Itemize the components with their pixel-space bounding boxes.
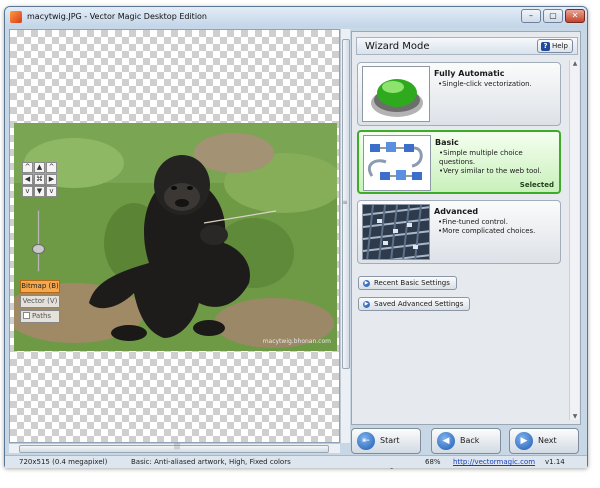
app-window: macytwig.JPG - Vector Magic Desktop Edit… [4,6,588,469]
home-icon: ⇤ [357,432,375,450]
recent-basic-settings-button[interactable]: ▶ Recent Basic Settings [358,276,457,290]
scroll-up-icon[interactable]: ▲ [571,60,579,67]
paths-checkbox[interactable] [23,312,30,319]
title-bar[interactable]: macytwig.JPG - Vector Magic Desktop Edit… [5,7,587,27]
gorilla-photo [14,123,337,351]
paths-label: Paths [32,312,52,320]
vector-view-button[interactable]: Vector (V) [20,295,60,308]
help-label: Help [552,42,568,50]
scroll-down-icon[interactable]: ▼ [571,413,579,420]
zoom-fit-button[interactable]: ⌘ [34,174,45,185]
start-page-button[interactable]: ⇤ Start Page [351,428,421,469]
arrow-right-icon: ▶ [363,301,370,308]
pan-up-right-button[interactable]: ^ [46,162,57,173]
recent-basic-label: Recent Basic Settings [374,279,450,287]
mode-name: Basic [435,138,459,147]
mode-name: Advanced [434,207,479,216]
zoom-slider-handle[interactable] [32,244,45,254]
pan-down-button[interactable]: ▼ [34,186,45,197]
website-link[interactable]: http://vectormagic.com [453,456,535,468]
settings-summary: Basic: Anti-aliased artwork, High, Fixed… [131,458,291,466]
arrow-left-icon: ◀ [437,432,455,450]
pan-down-right-button[interactable]: v [46,186,57,197]
selected-badge: Selected [519,181,554,189]
mode-basic[interactable]: Basic •Simple multiple choice questions.… [357,130,561,194]
canvas-horizontal-scrollbar[interactable]: ||| [9,443,340,453]
zoom-slider-track[interactable] [37,210,40,272]
wizard-title: Wizard Mode [365,41,430,52]
mode-advanced[interactable]: Advanced •Fine-tuned control. •More comp… [357,200,561,264]
pan-down-left-button[interactable]: v [22,186,33,197]
saved-advanced-label: Saved Advanced Settings [374,300,464,308]
vertical-grip-icon: ≡ [342,199,348,206]
arrow-right-icon: ▶ [515,432,533,450]
mode-desc-line: •More complicated choices. [438,227,536,235]
version-label: v1.14 [545,458,565,466]
mode-desc-line: •Simple multiple choice questions. [439,149,523,166]
wizard-header: Wizard Mode ? Help [356,37,578,55]
arrow-right-icon: ▶ [363,280,370,287]
photo-watermark: macytwig.bhonan.com [262,338,331,345]
saved-advanced-settings-button[interactable]: ▶ Saved Advanced Settings [358,297,471,311]
mode-fully-automatic[interactable]: Fully Automatic •Single-click vectorizat… [357,62,561,126]
zoom-level: 68% [425,458,441,466]
pan-up-left-button[interactable]: ^ [22,162,33,173]
green-button-icon [362,66,430,122]
mode-description: •Simple multiple choice questions. •Very… [439,149,559,176]
image-dimensions: 720x515 (0.4 megapixel) [19,458,108,466]
window-title: macytwig.JPG - Vector Magic Desktop Edit… [27,12,208,21]
minimize-button[interactable]: – [521,9,541,23]
app-icon [10,11,22,23]
next-button[interactable]: ▶ Next [509,428,579,454]
status-bar: 720x515 (0.4 megapixel) Basic: Anti-alia… [5,455,587,468]
mode-description: •Fine-tuned control. •More complicated c… [438,218,535,236]
wizard-panel: Wizard Mode ? Help Fully Automatic •Sing… [351,31,581,425]
back-label: Back [460,436,480,445]
maximize-button[interactable]: ▢ [543,9,563,23]
mode-description: •Single-click vectorization. [438,80,532,89]
mode-desc-line: •Very similar to the web tool. [439,167,542,175]
next-label: Next [538,436,557,445]
horizontal-grip-icon: ||| [174,443,181,450]
pan-right-button[interactable]: ▶ [46,174,57,185]
help-button[interactable]: ? Help [537,39,573,53]
canvas-vertical-scrollbar[interactable]: ≡ [340,29,350,443]
back-button[interactable]: ◀ Back [431,428,501,454]
mode-name: Fully Automatic [434,69,505,78]
flowchart-icon [363,135,431,191]
pan-left-button[interactable]: ◀ [22,174,33,185]
mixing-console-icon [362,204,430,260]
mode-desc-line: •Single-click vectorization. [438,80,532,88]
help-icon: ? [541,42,550,51]
paths-toggle[interactable]: Paths [20,310,60,323]
image-canvas[interactable]: macytwig.bhonan.com ▲ ◀ ⌘ ▶ ▼ ^ ^ v v Bi… [9,29,340,443]
pan-control: ▲ ◀ ⌘ ▶ ▼ ^ ^ v v [20,162,60,202]
wizard-scrollbar[interactable]: ▲ ▼ [569,60,579,420]
close-button[interactable]: ✕ [565,9,585,23]
mode-desc-line: •Fine-tuned control. [438,218,508,226]
pan-up-button[interactable]: ▲ [34,162,45,173]
bitmap-view-button[interactable]: Bitmap (B) [20,280,60,293]
bitmap-preview: macytwig.bhonan.com [14,123,337,351]
